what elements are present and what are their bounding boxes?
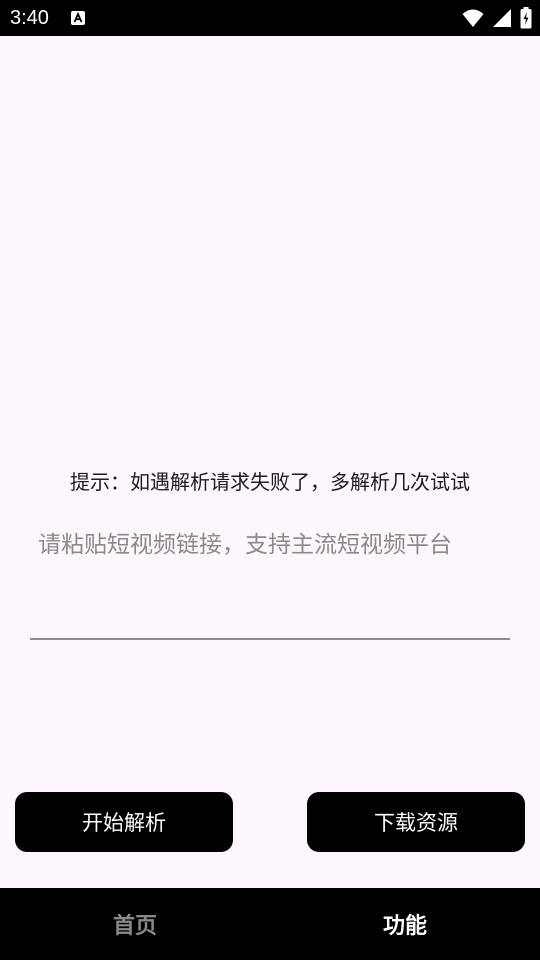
nav-tab-home-label: 首页 bbox=[112, 914, 157, 939]
a-box-icon bbox=[71, 11, 85, 25]
start-parse-button[interactable]: 开始解析 bbox=[15, 792, 233, 852]
main-content bbox=[0, 36, 540, 888]
nav-tab-function[interactable]: 功能 bbox=[270, 888, 540, 960]
url-input[interactable] bbox=[30, 520, 510, 640]
download-resource-button[interactable]: 下载资源 bbox=[307, 792, 525, 852]
nav-tab-function-label: 功能 bbox=[382, 914, 427, 939]
wifi-icon bbox=[462, 9, 484, 27]
signal-icon bbox=[493, 9, 511, 27]
nav-tab-home[interactable]: 首页 bbox=[0, 888, 270, 960]
hint-text: 提示：如遇解析请求失败了，多解析几次试试 bbox=[70, 470, 470, 494]
start-parse-label: 开始解析 bbox=[82, 811, 166, 835]
status-bar: 3:40 bbox=[0, 0, 540, 36]
status-time: 3:40 bbox=[10, 7, 49, 29]
url-input-wrapper: 请粘贴短视频链接，支持主流短视频平台 bbox=[30, 520, 510, 641]
bottom-nav: 首页 功能 bbox=[0, 888, 540, 960]
download-resource-label: 下载资源 bbox=[374, 811, 458, 835]
status-icons bbox=[462, 7, 532, 29]
battery-charging-icon bbox=[520, 7, 532, 29]
